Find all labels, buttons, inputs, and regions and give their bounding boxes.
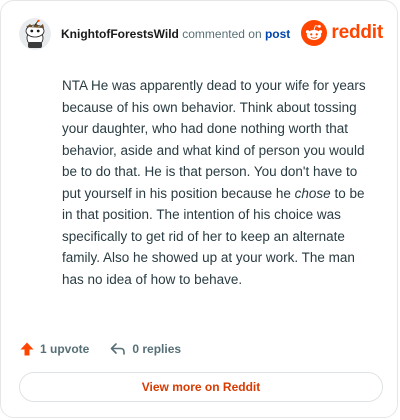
commented-on-label: commented on [182,27,262,41]
reply-arrow-icon [111,343,126,355]
reddit-snoo-icon [301,20,328,46]
reddit-logo[interactable]: reddit [301,18,383,48]
reply-stat[interactable]: 0 replies [109,341,181,357]
user-avatar[interactable] [19,18,51,50]
post-link[interactable]: post [265,27,290,41]
username[interactable]: KnightofForestsWild [61,27,179,41]
comment-text-emphasis: chose [294,185,331,201]
embedded-comment-card: KnightofForestsWild commented on post re… [0,0,398,418]
upvote-count: 1 upvote [40,342,90,356]
comment-body: NTA He was apparently dead to your wife … [62,75,377,290]
comment-stats: 1 upvote 0 replies [19,339,181,359]
comment-header: KnightofForestsWild commented on post re… [19,18,383,52]
snoo-avatar-icon [19,18,51,50]
reddit-wordmark: reddit [331,22,383,43]
view-more-button[interactable]: View more on Reddit [19,372,383,402]
comment-text-part: NTA He was apparently dead to your wife … [62,78,366,201]
upvote-stat[interactable]: 1 upvote [19,341,89,357]
comment-meta: KnightofForestsWild commented on post [61,27,290,41]
upvote-arrow-icon [20,342,34,356]
reply-count: 0 replies [132,342,182,356]
